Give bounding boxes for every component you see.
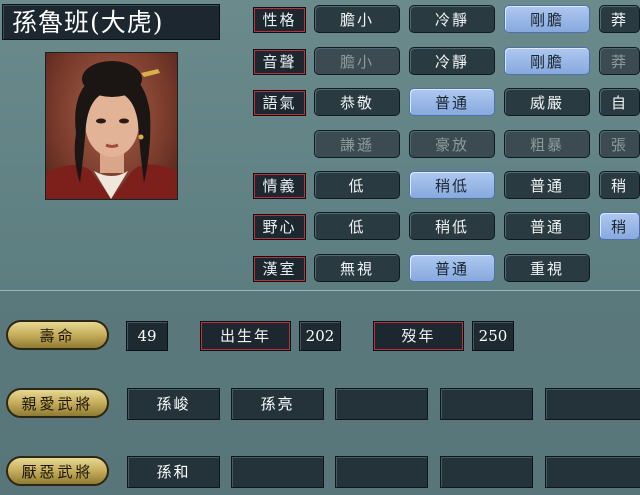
trait-label-personality: 性格: [253, 7, 306, 33]
option-ambition-4[interactable]: 稍: [599, 212, 640, 240]
liked-officer-slot-1[interactable]: 孫峻: [127, 388, 220, 420]
option-personality-4[interactable]: 莽: [599, 5, 640, 33]
option-loyalty-3[interactable]: 普通: [504, 171, 590, 199]
portrait-image: [46, 61, 177, 199]
option-voice-1: 膽小: [314, 47, 400, 75]
option-loyalty-2[interactable]: 稍低: [409, 171, 495, 199]
option-personality-1[interactable]: 膽小: [314, 5, 400, 33]
liked-officers-button[interactable]: 親愛武將: [6, 388, 109, 418]
disliked-officer-slot-5[interactable]: [545, 456, 640, 488]
option-personality-3[interactable]: 剛膽: [504, 5, 590, 33]
option-voice-4: 莽: [599, 47, 640, 75]
option-tone-8: 張: [599, 130, 640, 158]
option-tone-2[interactable]: 普通: [409, 88, 495, 116]
death-year-label: 歿年: [373, 321, 464, 351]
liked-officer-slot-3[interactable]: [335, 388, 428, 420]
disliked-officer-slot-2[interactable]: [231, 456, 324, 488]
option-tone-6: 豪放: [409, 130, 495, 158]
option-tone-3[interactable]: 威嚴: [504, 88, 590, 116]
trait-label-han: 漢室: [253, 256, 306, 282]
option-personality-2[interactable]: 冷靜: [409, 5, 495, 33]
disliked-officers-button[interactable]: 厭惡武將: [6, 456, 109, 486]
lifespan-button[interactable]: 壽命: [6, 320, 109, 350]
officer-portrait: [45, 52, 178, 200]
disliked-officer-slot-4[interactable]: [440, 456, 533, 488]
option-tone-4[interactable]: 自: [599, 88, 640, 116]
option-tone-5: 謙遜: [314, 130, 400, 158]
option-han-1[interactable]: 無視: [314, 254, 400, 282]
option-voice-2[interactable]: 冷靜: [409, 47, 495, 75]
officer-name: 孫魯班(大虎): [2, 4, 220, 40]
option-loyalty-1[interactable]: 低: [314, 171, 400, 199]
birth-year-value: 202: [299, 321, 341, 351]
option-han-3[interactable]: 重視: [504, 254, 590, 282]
option-loyalty-4[interactable]: 稍: [599, 171, 640, 199]
trait-label-voice: 音聲: [253, 49, 306, 75]
birth-year-label: 出生年: [200, 321, 291, 351]
liked-officer-slot-2[interactable]: 孫亮: [231, 388, 324, 420]
trait-label-tone: 語氣: [253, 90, 306, 116]
option-ambition-3[interactable]: 普通: [504, 212, 590, 240]
option-tone-7: 粗暴: [504, 130, 590, 158]
option-voice-3[interactable]: 剛膽: [504, 47, 590, 75]
trait-label-ambition: 野心: [253, 214, 306, 240]
disliked-officer-slot-1[interactable]: 孫和: [127, 456, 220, 488]
liked-officer-slot-4[interactable]: [440, 388, 533, 420]
lifespan-value: 49: [126, 321, 168, 351]
option-ambition-1[interactable]: 低: [314, 212, 400, 240]
option-ambition-2[interactable]: 稍低: [409, 212, 495, 240]
option-tone-1[interactable]: 恭敬: [314, 88, 400, 116]
disliked-officer-slot-3[interactable]: [335, 456, 428, 488]
option-han-2[interactable]: 普通: [409, 254, 495, 282]
trait-label-loyalty: 情義: [253, 173, 306, 199]
death-year-value: 250: [472, 321, 514, 351]
liked-officer-slot-5[interactable]: [545, 388, 640, 420]
